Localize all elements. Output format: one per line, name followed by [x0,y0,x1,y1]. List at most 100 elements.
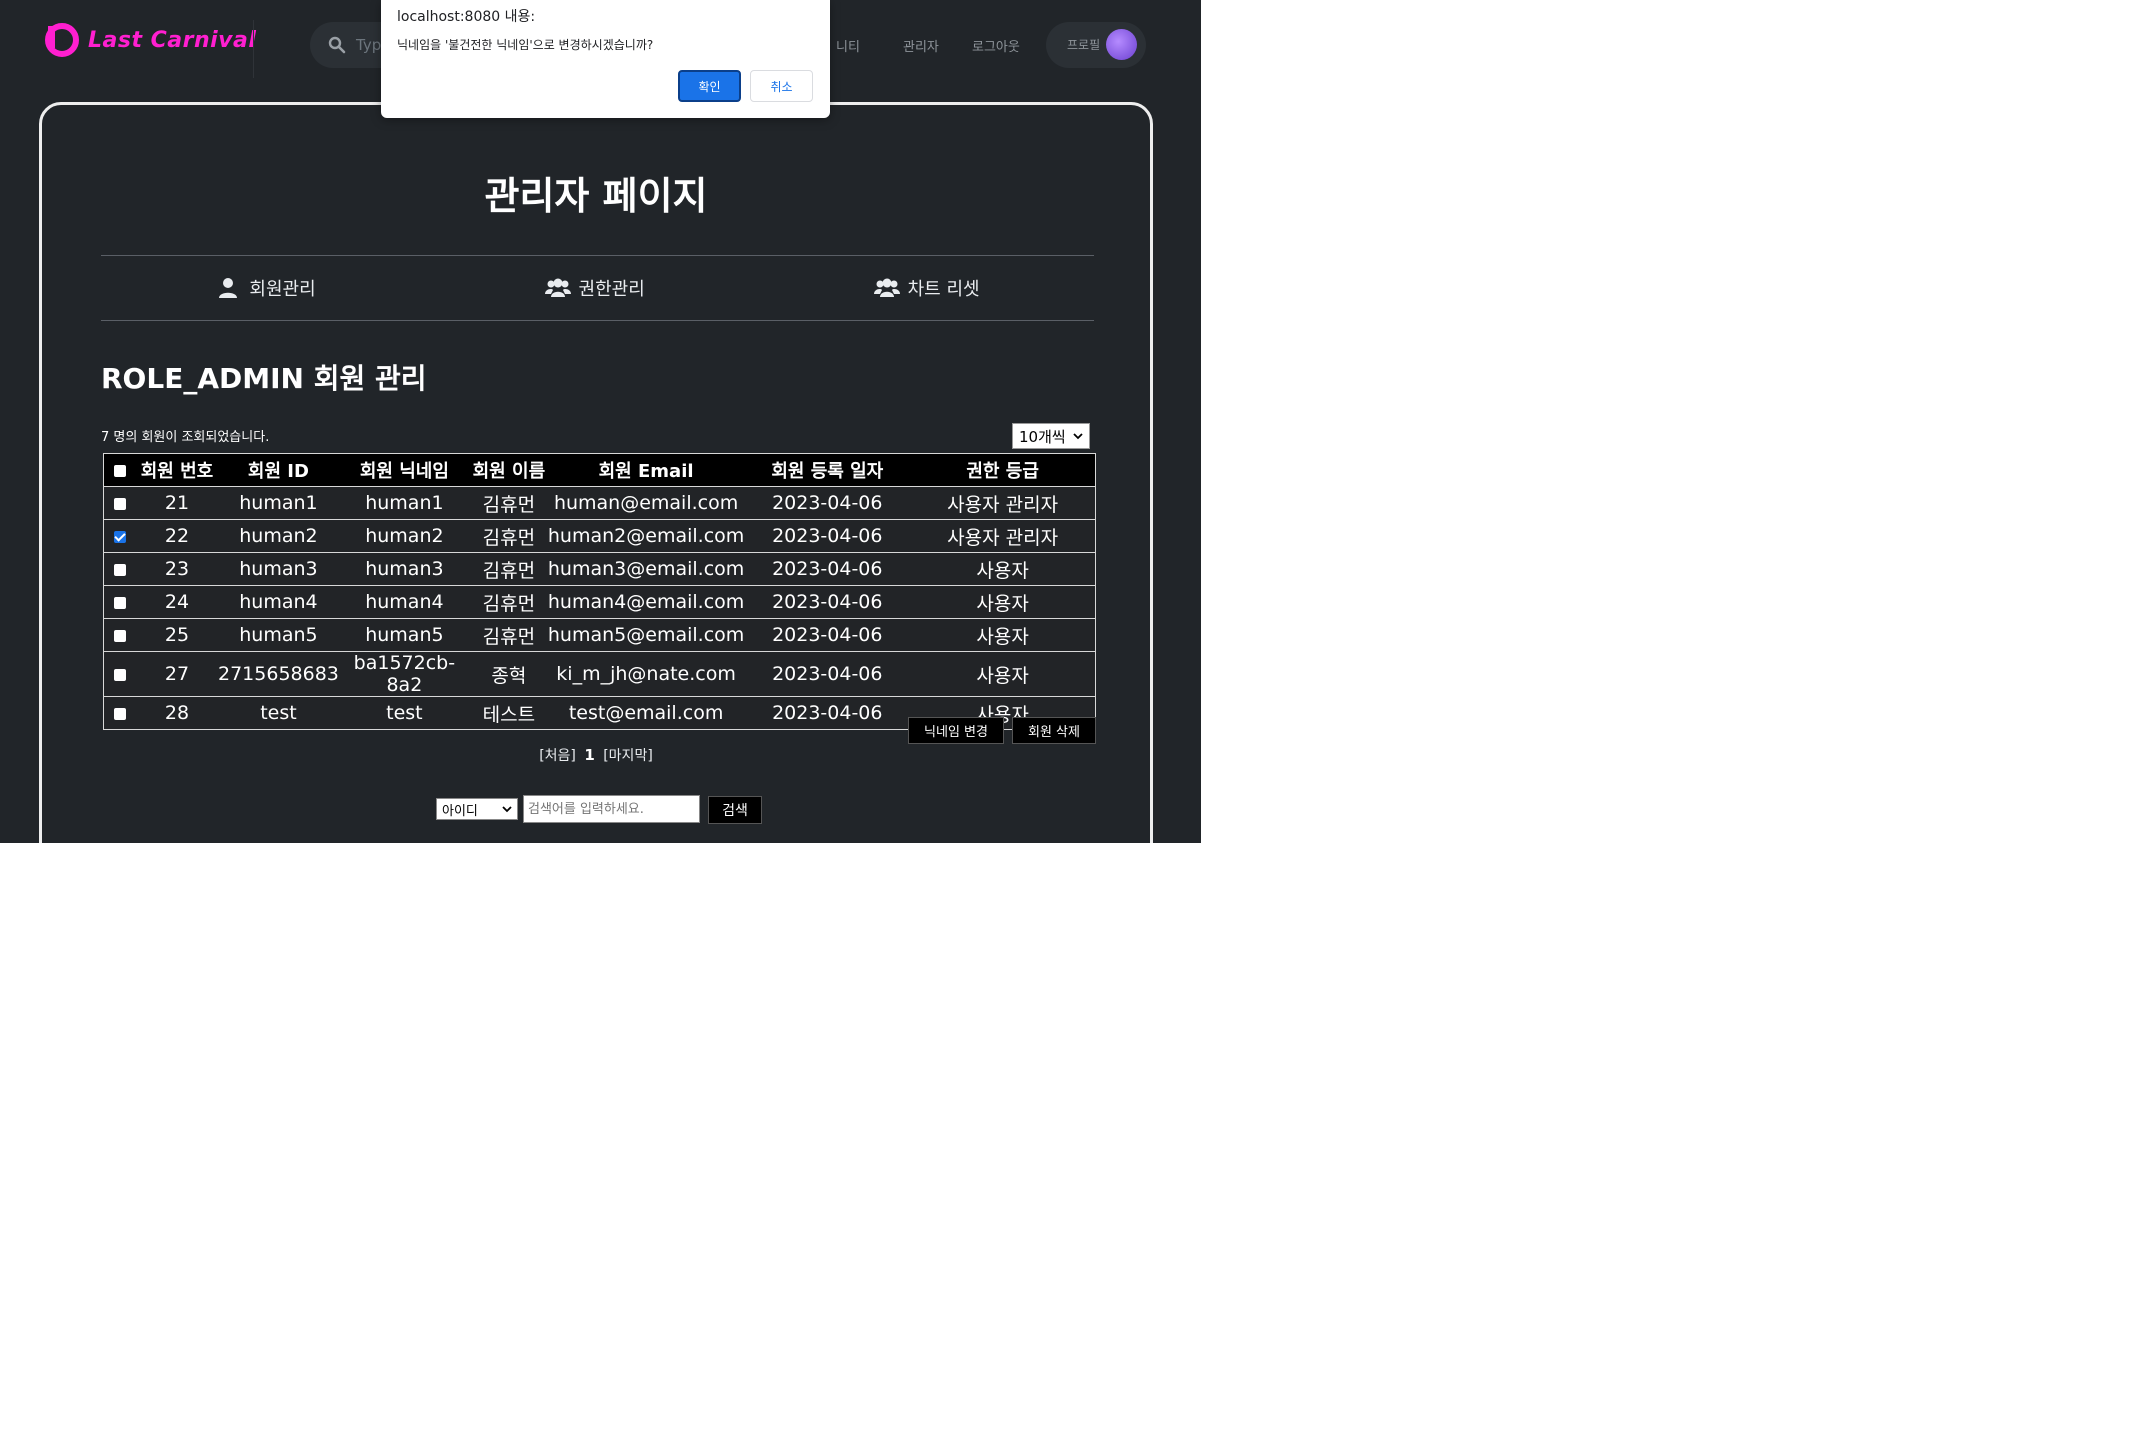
site-logo[interactable]: Last Carnival [42,22,256,58]
row-checkbox[interactable] [114,530,126,543]
member-name-cell: 김휴먼 [469,486,548,520]
row-select-cell [103,618,136,652]
page-size-select[interactable]: 10개씩 [1012,423,1090,449]
pager-first-link[interactable]: [처음] [539,748,576,764]
tab-permission-management[interactable]: 권한관리 [544,275,645,301]
member-date-cell: 2023-04-06 [744,585,911,619]
member-no-cell: 23 [136,552,218,586]
section-title: ROLE_ADMIN 회원 관리 [101,362,427,395]
row-select-cell [103,651,136,697]
member-name-cell: 김휴먼 [469,585,548,619]
tab-member-management[interactable]: 회원관리 [215,275,316,301]
search-input[interactable] [523,795,700,823]
member-name-cell: 테스트 [469,696,548,730]
member-role-cell: 사용자 [910,618,1097,652]
col-header: 회원 등록 일자 [744,453,911,487]
member-nickname-cell: human4 [338,585,470,619]
users-icon [873,278,900,297]
page-title: 관리자 페이지 [484,174,708,218]
profile-label: 프로필 [1067,38,1101,52]
member-no-cell: 28 [136,696,218,730]
member-name-cell: 김휴먼 [469,519,548,553]
col-header: 회원 Email [547,453,745,487]
member-name-cell: 김휴먼 [469,618,548,652]
row-checkbox[interactable] [114,629,126,642]
member-date-cell: 2023-04-06 [744,552,911,586]
search-type-value: 아이디 [442,803,478,819]
member-id-cell: human4 [218,585,339,619]
table-row[interactable]: 25 human5 human5 김휴먼 human5@email.com 2023-04… [103,618,1097,652]
table-header-row: 회원 번호 회원 ID 회원 닉네임 회원 이름 회원 Email 회원 등록 … [103,453,1097,487]
members-table-body: 21 human1 human1 김휴먼 human@email.com 2023-04-… [103,486,1097,730]
admin-card: 관리자 페이지 회원관리 권한관리 차트 리셋 ROLE_ADMIN 회원 관리… [39,102,1153,843]
table-row[interactable]: 23 human3 human3 김휴먼 human3@email.com 2023-04… [103,552,1097,586]
confirm-dialog: localhost:8080 내용: 닉네임을 '불건전한 닉네임'으로 변경하… [381,0,830,118]
search-icon [328,36,346,54]
member-id-cell: test [218,696,339,730]
row-checkbox[interactable] [114,707,126,720]
user-icon [219,278,238,298]
nav-link-logout[interactable]: 로그아웃 [972,36,1020,55]
member-id-cell: human1 [218,486,339,520]
table-row[interactable]: 22 human2 human2 김휴먼 human2@email.com 2023-04… [103,519,1097,553]
table-row[interactable]: 24 human4 human4 김휴먼 human4@email.com 2023-04… [103,585,1097,619]
row-checkbox[interactable] [114,596,126,609]
tab-chart-reset[interactable]: 차트 리셋 [873,275,980,301]
member-date-cell: 2023-04-06 [744,696,911,730]
pager-current-page[interactable]: 1 [584,746,594,764]
member-id-cell: human5 [218,618,339,652]
member-nickname-cell: human5 [338,618,470,652]
table-row[interactable]: 27 2715658683 ba1572cb-8a2 종혁 ki_m_jh@nate.c… [103,651,1097,697]
change-nickname-button[interactable]: 닉네임 변경 [908,717,1004,744]
logo-mark-icon [45,23,79,57]
dialog-cancel-button[interactable]: 취소 [750,70,813,102]
profile-button[interactable]: 프로필 [1046,22,1146,68]
nav-link-community[interactable]: 니티 [836,36,860,55]
member-role-cell: 사용자 관리자 [910,486,1097,520]
col-header: 회원 번호 [136,453,218,487]
member-email-cell: human2@email.com [547,519,745,553]
select-all-checkbox[interactable] [114,464,126,477]
member-name-cell: 종혁 [469,651,548,697]
pager-last-link[interactable]: [마지막] [603,748,653,764]
member-date-cell: 2023-04-06 [744,486,911,520]
member-nickname-cell: test [338,696,470,730]
search-button[interactable]: 검색 [708,796,762,824]
logo-text: Last Carnival [88,27,257,53]
delete-member-button[interactable]: 회원 삭제 [1012,717,1096,744]
member-nickname-cell: human3 [338,552,470,586]
row-select-cell [103,696,136,730]
member-no-cell: 27 [136,651,218,697]
member-email-cell: human3@email.com [547,552,745,586]
row-select-cell [103,486,136,520]
row-checkbox[interactable] [114,497,126,510]
row-checkbox[interactable] [114,668,126,681]
member-id-cell: human2 [218,519,339,553]
member-role-cell: 사용자 [910,651,1097,697]
member-email-cell: human4@email.com [547,585,745,619]
search-type-select[interactable]: 아이디 [436,798,518,820]
row-select-cell [103,552,136,586]
col-header: 회원 ID [218,453,339,487]
nav-link-admin[interactable]: 관리자 [903,36,939,55]
member-role-cell: 사용자 [910,552,1097,586]
table-row[interactable]: 21 human1 human1 김휴먼 human@email.com 2023-04-… [103,486,1097,520]
member-id-cell: human3 [218,552,339,586]
row-select-cell [103,585,136,619]
dialog-ok-button[interactable]: 확인 [678,70,741,102]
member-name-cell: 김휴먼 [469,552,548,586]
member-email-cell: ki_m_jh@nate.com [547,651,745,697]
users-icon [544,278,571,297]
row-select-cell [103,519,136,553]
member-email-cell: human@email.com [547,486,745,520]
member-nickname-cell: ba1572cb-8a2 [338,651,470,697]
row-checkbox[interactable] [114,563,126,576]
member-role-cell: 사용자 [910,585,1097,619]
member-date-cell: 2023-04-06 [744,651,911,697]
member-id-cell: 2715658683 [218,651,339,697]
dialog-message: 닉네임을 '불건전한 닉네임'으로 변경하시겠습니까? [397,38,654,52]
chevron-down-icon [1073,433,1083,440]
tab-label: 권한관리 [578,279,645,300]
tab-label: 회원관리 [249,279,316,300]
member-no-cell: 21 [136,486,218,520]
